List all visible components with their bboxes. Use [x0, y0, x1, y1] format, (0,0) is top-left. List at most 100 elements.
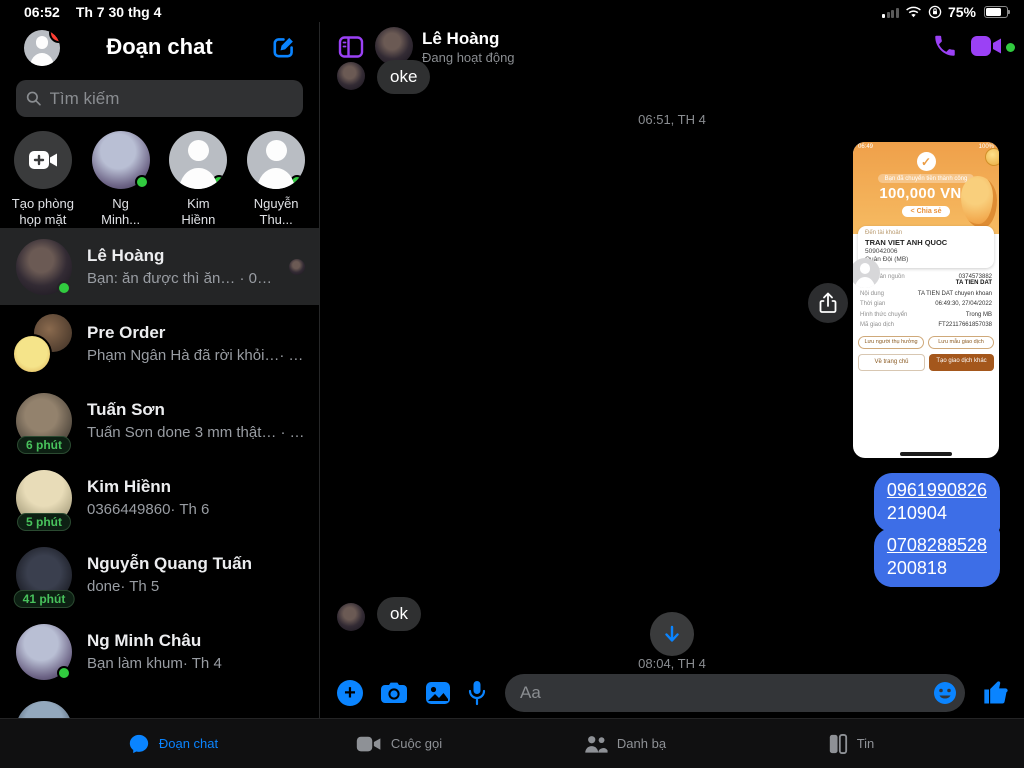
stories-icon [828, 734, 848, 754]
video-call-icon[interactable] [970, 34, 1002, 58]
create-room-button[interactable]: Tạo phònghọp mặt [4, 131, 82, 229]
conversation-status: Đang hoạt động [422, 50, 515, 65]
receipt-recipient-card: Đến tài khoản TRAN VIET ANH QUOC 5090420… [858, 226, 994, 268]
date: Th 7 30 thg 4 [76, 4, 162, 20]
bank-receipt-image[interactable]: 06:49100% ✓ Bạn đã chuyển tiền thành côn… [853, 142, 999, 458]
chat-row-le-hoang[interactable]: Lê Hoàng Bạn: ăn được thì ăn… · 06:43 [0, 228, 319, 305]
tab-tin[interactable]: Tin [738, 734, 964, 754]
outgoing-message[interactable]: 0708288528 200818 [874, 528, 1000, 587]
wifi-icon [905, 6, 922, 19]
avatar: 41 phút [16, 547, 72, 603]
online-indicator [57, 666, 71, 680]
microphone-icon[interactable] [468, 680, 486, 706]
chat-preview: Bạn làm khum· Th 4 [87, 655, 305, 672]
story-label: Tạo phònghọp mặt [12, 196, 74, 229]
home-button: Về trang chủ [858, 354, 925, 371]
chat-name: Ng Minh Châu [87, 631, 305, 651]
battery-percent: 75% [948, 4, 976, 20]
chat-name: Kim Hiềnn [87, 477, 305, 497]
receipt-share-button: < Chia sẻ [902, 206, 951, 217]
chat-name: Tuấn Sơn [87, 400, 305, 420]
group-avatar [16, 316, 72, 372]
outgoing-message[interactable]: 0961990826 210904 [874, 473, 1000, 532]
active-status-dot [1006, 43, 1015, 52]
conversation-name[interactable]: Lê Hoàng [422, 29, 499, 49]
tab-doan-chat[interactable]: Đoạn chat [60, 733, 286, 755]
chat-preview: Bạn: ăn được thì ăn… · 06:43 [87, 270, 274, 287]
search-icon [26, 90, 42, 107]
chat-row-nguyen-quang-tuan[interactable]: 41 phút Nguyễn Quang Tuấn done· Th 5 [0, 536, 319, 613]
conversation-pane: Lê Hoàng Đang hoạt động oke 06:51, TH 4 … [320, 22, 1024, 718]
avatar: 5 phút [16, 470, 72, 526]
chat-name: Nguyễn Quang Tuấn [87, 554, 305, 574]
sidebar-toggle-icon[interactable] [338, 34, 364, 60]
search-input[interactable] [50, 89, 294, 109]
time-badge: 41 phút [14, 590, 75, 608]
stories-row: Tạo phònghọp mặt NgMinh... KimHiềnn [0, 121, 319, 237]
timestamp: 08:04, TH 4 [320, 656, 1024, 671]
new-transaction-button: Tạo giao dịch khác [929, 354, 994, 371]
tab-cuoc-goi[interactable]: Cuộc gọi [286, 734, 512, 754]
more-actions-icon[interactable]: + [337, 680, 363, 706]
signal-icon [882, 7, 899, 18]
video-plus-icon [28, 149, 58, 171]
emoji-icon[interactable] [933, 681, 957, 705]
story-label: KimHiềnn [181, 196, 215, 229]
chat-list: Lê Hoàng Bạn: ăn được thì ăn… · 06:43 Pr… [0, 228, 319, 718]
seen-receipt-avatar [289, 259, 305, 275]
avatar [169, 131, 227, 189]
message-input-wrap [505, 674, 965, 712]
thumbs-up-icon[interactable] [982, 679, 1010, 707]
chat-bubble-icon [128, 733, 150, 755]
chat-row-tuan-son[interactable]: 6 phút Tuấn Sơn Tuấn Sơn done 3 mm thật…… [0, 382, 319, 459]
coin-graphic [985, 148, 999, 166]
receipt-banner: Bạn đã chuyển tiền thành công [878, 174, 975, 183]
chat-row-pre-order[interactable]: Pre Order Phạm Ngân Hà đã rời khỏi…· Th … [0, 305, 319, 382]
story-label: NgMinh... [101, 196, 140, 229]
chat-row-kim-hienn[interactable]: 5 phút Kim Hiềnn 0366449860· Th 6 [0, 459, 319, 536]
time-badge: 5 phút [17, 513, 71, 531]
online-indicator [57, 281, 71, 295]
camera-icon[interactable] [380, 681, 408, 705]
compose-icon[interactable] [271, 34, 297, 60]
chat-preview: 0366449860· Th 6 [87, 501, 305, 518]
avatar [16, 624, 72, 680]
tiger-mascot-graphic [961, 176, 997, 228]
chat-preview: Tuấn Sơn done 3 mm thật… · Th 6 [87, 424, 305, 441]
search-bar[interactable] [16, 80, 303, 117]
online-indicator [135, 175, 149, 189]
clock: 06:52 [24, 4, 60, 20]
chat-row-ng-minh-chau[interactable]: Ng Minh Châu Bạn làm khum· Th 4 [0, 613, 319, 690]
scroll-to-bottom-button[interactable] [650, 612, 694, 656]
incoming-message[interactable]: ok [377, 597, 421, 631]
orientation-lock-icon [928, 5, 942, 19]
video-call-tab-icon [356, 734, 382, 754]
gallery-icon[interactable] [425, 681, 451, 705]
chat-preview: done· Th 5 [87, 578, 305, 595]
chat-sidebar: 3 Đoạn chat [0, 22, 320, 718]
story-nguyen-thu[interactable]: NguyễnThu... [237, 131, 315, 229]
time-badge: 6 phút [17, 436, 71, 454]
bottom-tab-bar: Đoạn chat Cuộc gọi Danh bạ Tin [0, 718, 1024, 768]
avatar [247, 131, 305, 189]
share-icon [818, 292, 838, 314]
down-arrow-icon [662, 624, 682, 644]
tab-danh-ba[interactable]: Danh bạ [512, 734, 738, 754]
battery-icon [984, 6, 1008, 18]
people-icon [584, 734, 608, 754]
save-template-button: Lưu mẫu giao dịch [928, 336, 994, 349]
chat-row-nguyen-hoang-dat[interactable]: Nguyễn Hoàng Đạt [0, 690, 319, 718]
story-label: NguyễnThu... [254, 196, 299, 229]
incoming-message[interactable]: oke [377, 60, 430, 94]
avatar [92, 131, 150, 189]
story-ng-minh[interactable]: NgMinh... [82, 131, 160, 229]
story-kim-hienn[interactable]: KimHiềnn [160, 131, 238, 229]
forward-button[interactable] [808, 283, 848, 323]
phone-call-icon[interactable] [932, 33, 958, 59]
avatar: 6 phút [16, 393, 72, 449]
message-input[interactable] [505, 683, 965, 703]
avatar [16, 239, 72, 295]
status-bar: 06:52 Th 7 30 thg 4 75% [0, 0, 1024, 22]
chat-name: Lê Hoàng [87, 246, 274, 266]
message-composer: + [320, 672, 1024, 714]
